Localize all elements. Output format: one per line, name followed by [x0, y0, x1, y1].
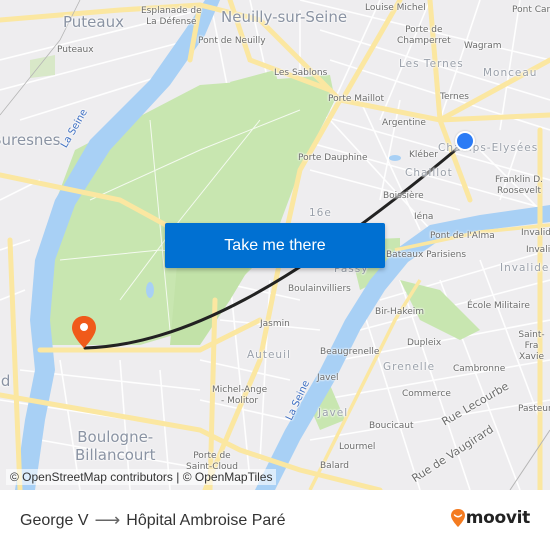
map-label-kleber: Kléber [409, 150, 438, 160]
map-label-les-sablons: Les Sablons [274, 68, 328, 78]
map-label-invalides-2: Invalic [526, 245, 550, 255]
map-label-pont-cardinet: Pont Card [512, 5, 550, 15]
origin-location-icon[interactable] [455, 131, 475, 151]
map-label-saint-cloud: loud [0, 372, 11, 390]
attribution-separator: | [172, 470, 183, 484]
map-label-lourmel: Lourmel [339, 442, 376, 452]
map-label-pont-de-l-alma: Pont de l'Alma [430, 231, 495, 241]
map-label-boulainvilliers: Boulainvilliers [288, 284, 351, 294]
map-label-suresnes: Suresnes [0, 131, 61, 149]
map-label-esplanade: Esplanade de La Défense [141, 6, 202, 27]
openmaptiles-attribution-link[interactable]: © OpenMapTiles [183, 470, 273, 484]
map-label-balard: Balard [320, 461, 349, 471]
map-label-grenelle: Grenelle [383, 361, 436, 373]
map-label-argentine: Argentine [382, 118, 426, 128]
map-label-16e: 16e [309, 207, 332, 219]
map-label-puteaux-station: Puteaux [57, 45, 94, 55]
map-label-louise-michel: Louise Michel [365, 3, 426, 13]
map-label-monceau: Monceau [483, 67, 538, 79]
footer: George V ⟶ Hôpital Ambroise Paré moovit [0, 490, 550, 550]
map-label-neuilly: Neuilly-sur-Seine [221, 8, 348, 26]
destination-pin-icon[interactable] [71, 315, 97, 353]
destination-name: Hôpital Ambroise Paré [126, 511, 286, 529]
map-label-javel-district: Javel [318, 407, 349, 419]
map-label-bateaux-parisiens: Bateaux Parisiens [386, 250, 467, 260]
moovit-pin-icon [450, 509, 465, 527]
origin-name: George V [20, 511, 89, 529]
map-label-auteuil: Auteuil [247, 349, 291, 361]
map-label-porte-champerret: Porte de Champerret [397, 25, 451, 46]
arrow-right-icon: ⟶ [94, 510, 121, 530]
osm-attribution-link[interactable]: © OpenStreetMap contributors [10, 470, 173, 484]
map-label-invalides-1: Invalid [521, 228, 550, 238]
map-label-chaillot: Chaillot [405, 167, 453, 179]
map-label-ecole-militaire: École Militaire [467, 301, 530, 311]
map-label-boissiere: Boissière [383, 191, 424, 201]
moovit-wordmark: moovit [465, 508, 531, 528]
map-label-boulogne: Boulogne- Billancourt [75, 428, 156, 464]
map-label-boucicaut: Boucicaut [369, 421, 414, 431]
map-label-dupleix: Dupleix [407, 338, 442, 348]
map-label-bir-hakeim: Bir-Hakeim [375, 307, 425, 317]
map-label-pasteur: Pasteur [518, 404, 550, 414]
map-label-michel-ange-molitor: Michel-Ange - Molitor [212, 385, 268, 406]
map-label-beaugrenelle: Beaugrenelle [320, 347, 380, 357]
map-label-saint-francois-xavier: Saint-Fra Xavie [518, 330, 545, 362]
map-label-invalides: Invalides [500, 262, 550, 274]
map-label-wagram: Wagram [464, 41, 502, 51]
map-label-cambronne: Cambronne [453, 364, 506, 374]
map-label-les-ternes: Les Ternes [399, 58, 464, 70]
map-label-champs-elysees: Champs-Elysées [438, 142, 539, 154]
map-label-javel: Javel [317, 373, 339, 383]
map-label-pont-de-neuilly: Pont de Neuilly [198, 36, 266, 46]
map[interactable]: Puteaux Neuilly-sur-Seine Suresnes loud … [0, 0, 550, 490]
take-me-there-button[interactable]: Take me there [165, 223, 385, 268]
map-label-commerce: Commerce [402, 389, 451, 399]
route-summary: George V ⟶ Hôpital Ambroise Paré [20, 510, 285, 531]
map-label-iena: Iéna [414, 212, 434, 222]
map-label-puteaux: Puteaux [63, 13, 124, 31]
map-attribution: © OpenStreetMap contributors | © OpenMap… [6, 469, 277, 485]
map-label-jasmin: Jasmin [260, 319, 290, 329]
map-label-franklin-roosevelt: Franklin D. Roosevelt [495, 175, 544, 196]
map-label-ternes: Ternes [440, 92, 469, 102]
moovit-logo[interactable]: moovit [450, 508, 530, 528]
map-label-porte-maillot: Porte Maillot [328, 94, 385, 104]
map-label-porte-dauphine: Porte Dauphine [298, 153, 368, 163]
